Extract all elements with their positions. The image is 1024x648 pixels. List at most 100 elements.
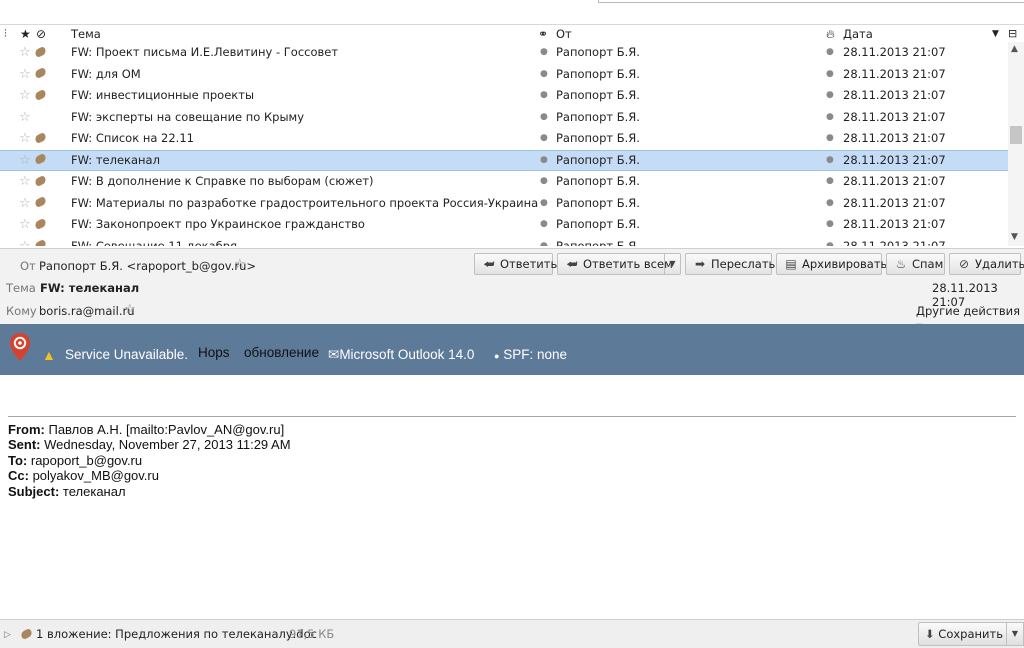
row-date: 28.11.2013 21:07: [843, 217, 946, 231]
table-row[interactable]: ☆ FW: Законопроект про Украинское граждан…: [0, 214, 1008, 236]
expand-triangle-icon[interactable]: ▷: [4, 627, 11, 643]
service-status: Service Unavailable.: [65, 347, 189, 362]
attachment-icon: [33, 128, 48, 150]
spf-label: SPF: none: [503, 347, 567, 362]
junk-dot-icon[interactable]: ●: [826, 171, 834, 193]
row-from: Рапопорт Б.Я.: [556, 88, 640, 102]
junk-dot-icon[interactable]: ●: [826, 236, 834, 247]
attachment-icon: [33, 214, 48, 236]
toolbar-edge: [598, 0, 1024, 3]
row-from: Рапопорт Б.Я.: [556, 195, 640, 210]
junk-dot-icon[interactable]: ●: [826, 214, 834, 236]
read-dot-icon[interactable]: ●: [540, 42, 548, 64]
read-dot-icon[interactable]: ●: [540, 236, 548, 247]
reply-arrow-icon: ⮨: [483, 257, 495, 271]
junk-dot-icon[interactable]: ●: [826, 193, 834, 215]
junk-dot-icon[interactable]: ●: [826, 85, 834, 107]
table-row[interactable]: ☆ FW: В дополнение к Справке по выборам (…: [0, 171, 1008, 193]
star-icon[interactable]: ☆: [19, 128, 31, 150]
attachment-icon: [33, 42, 48, 64]
star-icon[interactable]: ☆: [19, 171, 31, 193]
read-dot-icon[interactable]: ●: [540, 193, 548, 215]
table-row[interactable]: ☆ FW: Проект письма И.Е.Левитину - Госсов…: [0, 42, 1008, 64]
read-dot-icon[interactable]: ●: [540, 151, 548, 171]
spam-button[interactable]: ♨ Спам: [886, 253, 945, 275]
bullet-icon: ●: [494, 351, 500, 361]
update-link[interactable]: обновление: [244, 344, 319, 362]
scrollbar-thumb[interactable]: [1010, 126, 1022, 144]
junk-dot-icon[interactable]: ●: [826, 128, 834, 150]
save-attachment-button[interactable]: ⬇ Сохранить: [918, 622, 1008, 646]
read-dot-icon[interactable]: ●: [540, 64, 548, 86]
from-star-icon[interactable]: ☆: [234, 257, 246, 272]
table-row[interactable]: ☆ FW: телеканал ● Рапопорт Б.Я. ● 28.11.2013 …: [0, 149, 1008, 171]
from-label: От: [20, 259, 36, 273]
sort-chevron-icon[interactable]: ▼: [992, 26, 999, 42]
message-list-scrollbar[interactable]: ▲ ▼: [1008, 42, 1024, 246]
table-row[interactable]: ☆ FW: Список на 22.11 ● Рапопорт Б.Я. ● 28.11…: [0, 128, 1008, 150]
delete-button[interactable]: ⊘ Удалить: [949, 253, 1024, 275]
scroll-up-icon[interactable]: ▲: [1011, 44, 1018, 54]
read-dot-icon[interactable]: ●: [540, 214, 548, 236]
attachment-bar: ▷ 1 вложение: Предложения по телеканалу.…: [0, 619, 1024, 648]
column-from[interactable]: От: [556, 26, 572, 42]
column-subject[interactable]: Тема: [71, 26, 101, 42]
fwd-sent-value: Wednesday, November 27, 2013 11:29 AM: [44, 437, 291, 453]
scroll-down-icon[interactable]: ▼: [1011, 232, 1018, 242]
star-icon[interactable]: ☆: [19, 214, 31, 236]
read-status-column-icon[interactable]: ⚭: [538, 26, 548, 42]
column-date[interactable]: Дата: [843, 26, 873, 42]
junk-dot-icon[interactable]: ●: [826, 151, 834, 171]
read-dot-icon[interactable]: ●: [540, 107, 548, 129]
attachment-icon: [33, 64, 48, 86]
reply-label: Ответить: [500, 257, 558, 271]
read-dot-icon[interactable]: ●: [540, 128, 548, 150]
read-dot-icon[interactable]: ●: [540, 85, 548, 107]
row-date: 28.11.2013 21:07: [843, 152, 946, 167]
reply-button[interactable]: ⮨ Ответить: [474, 253, 557, 275]
table-row[interactable]: ☆ FW: инвестиционные проекты ● Рапопорт Б.Я…: [0, 85, 1008, 107]
reply-all-button[interactable]: ⮨ Ответить всем ▼: [557, 253, 681, 275]
row-date: 28.11.2013 21:07: [843, 195, 946, 210]
archive-button[interactable]: ▤ Архивировать: [776, 253, 887, 275]
table-row[interactable]: ☆ FW: Материалы по разработке градостроит…: [0, 193, 1008, 215]
delete-circle-icon: ⊘: [958, 257, 970, 271]
save-dropdown-icon[interactable]: ▼: [1006, 622, 1024, 646]
attachment-summary[interactable]: 1 вложение: Предложения по телеканалу.do…: [36, 626, 317, 642]
paperclip-column-icon[interactable]: ⊘: [36, 26, 46, 42]
reply-all-label: Ответить всем: [583, 257, 673, 271]
table-row[interactable]: ☆ FW: для ОМ ● Рапопорт Б.Я. ● 28.11.2013 21:…: [0, 64, 1008, 86]
junk-dot-icon[interactable]: ●: [826, 64, 834, 86]
star-icon[interactable]: ☆: [19, 64, 31, 86]
row-from: Рапопорт Б.Я.: [556, 238, 640, 247]
row-date: 28.11.2013 21:07: [843, 66, 946, 81]
star-icon[interactable]: ☆: [19, 42, 31, 64]
table-row[interactable]: ☆ FW: Совещание 11 декабря ● Рапопорт Б.Я. ●…: [0, 236, 1008, 247]
junk-dot-icon[interactable]: ●: [826, 107, 834, 129]
message-list: ☆ FW: Проект письма И.Е.Левитину - Госсов…: [0, 42, 1008, 246]
to-value[interactable]: boris.ra@mail.ru: [39, 304, 135, 318]
hops-link[interactable]: Hops: [198, 344, 230, 362]
fwd-sent-label: Sent:: [8, 437, 41, 453]
read-dot-icon[interactable]: ●: [540, 171, 548, 193]
junk-dot-icon[interactable]: ●: [826, 42, 834, 64]
from-value[interactable]: Рапопорт Б.Я. <rapoport_b@gov.ru>: [39, 259, 256, 273]
star-icon[interactable]: ☆: [19, 236, 31, 247]
column-picker-icon[interactable]: ⊟: [1008, 26, 1017, 42]
star-column-icon[interactable]: ★: [20, 26, 31, 42]
table-row[interactable]: ☆ FW: эксперты на совещание по Крыму ● Рапо…: [0, 107, 1008, 129]
star-icon[interactable]: ☆: [19, 151, 31, 171]
star-icon[interactable]: ☆: [19, 85, 31, 107]
subject-value: FW: телеканал: [40, 281, 140, 295]
message-list-header: ⫶ ★ ⊘ Тема ⚭ От 🔥︎ Дата ▼ ⊟: [0, 25, 1024, 42]
map-pin-icon[interactable]: [9, 332, 31, 362]
junk-column-icon[interactable]: 🔥︎: [826, 26, 835, 42]
row-subject: FW: Законопроект про Украинское гражданс…: [71, 217, 365, 231]
row-subject: FW: телеканал: [71, 152, 160, 167]
reply-all-dropdown-icon[interactable]: ▼: [664, 254, 680, 274]
thread-column-icon[interactable]: ⫶: [4, 26, 7, 42]
star-icon[interactable]: ☆: [19, 193, 31, 215]
forward-button[interactable]: ➡ Переслать: [685, 253, 775, 275]
star-icon[interactable]: ☆: [19, 107, 31, 129]
to-star-icon[interactable]: ☆: [124, 302, 136, 317]
